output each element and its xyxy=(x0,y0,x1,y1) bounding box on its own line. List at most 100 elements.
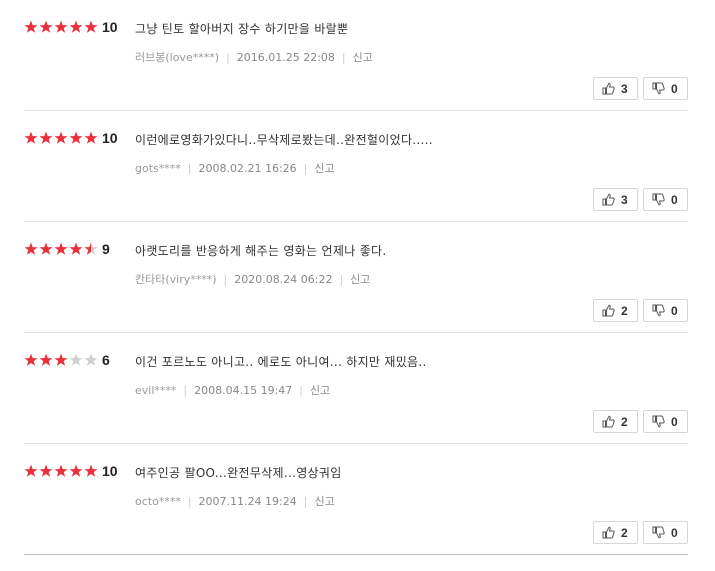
star-icon xyxy=(69,353,83,366)
review-author: evil**** xyxy=(135,384,177,397)
thumbs-down-icon xyxy=(652,193,665,209)
star-icon xyxy=(24,131,38,144)
star-rating xyxy=(24,20,98,36)
report-link[interactable]: 신고 xyxy=(314,495,334,508)
like-count: 2 xyxy=(621,526,628,540)
meta-divider: | xyxy=(223,273,228,286)
meta-divider: | xyxy=(341,51,346,64)
like-count: 2 xyxy=(621,415,628,429)
review-comment: 이건 포르노도 아니고.. 에로도 아니여... 하지만 재밌음.. xyxy=(135,355,427,369)
star-rating-graphic xyxy=(24,353,98,366)
review-meta: 러브봉(love****) | 2016.01.25 22:08 | 신고 xyxy=(135,49,373,65)
star-icon xyxy=(24,242,38,255)
rating-score: 10 xyxy=(102,463,118,479)
review-comment: 여주인공 팔OO...완전무삭제...영상궈임 xyxy=(135,466,342,480)
review-date: 2008.04.15 19:47 xyxy=(194,384,293,397)
star-rating xyxy=(24,242,98,258)
star-icon xyxy=(84,131,98,144)
review-comment: 그냥 틴토 할아버지 장수 하기만을 바랄뿐 xyxy=(135,22,349,36)
review-date: 2007.11.24 19:24 xyxy=(198,495,297,508)
report-link[interactable]: 신고 xyxy=(310,384,330,397)
report-link[interactable]: 신고 xyxy=(353,51,373,64)
thumbs-up-icon xyxy=(602,526,615,542)
star-icon xyxy=(39,20,53,33)
review-date: 2016.01.25 22:08 xyxy=(236,51,335,64)
review-item: 10 이런에로영화가있다니..무삭제로봤는데..완전헐이었다..... gots**… xyxy=(24,111,688,222)
star-icon xyxy=(39,242,53,255)
star-rating xyxy=(24,353,98,369)
like-button[interactable]: 3 xyxy=(593,77,638,100)
review-date: 2008.02.21 16:26 xyxy=(198,162,297,175)
review-item: 6 이건 포르노도 아니고.. 에로도 아니여... 하지만 재밌음.. evil*… xyxy=(24,333,688,444)
star-icon xyxy=(69,464,83,477)
thumbs-up-icon xyxy=(602,82,615,98)
like-count: 2 xyxy=(621,304,628,318)
star-rating-graphic xyxy=(24,131,98,144)
like-button[interactable]: 2 xyxy=(593,521,638,544)
star-icon xyxy=(69,242,83,255)
report-link[interactable]: 신고 xyxy=(350,273,370,286)
like-button[interactable]: 3 xyxy=(593,188,638,211)
rating-score: 10 xyxy=(102,130,118,146)
star-icon xyxy=(84,242,98,255)
star-rating-graphic xyxy=(24,20,98,33)
review-item: 10 그냥 틴토 할아버지 장수 하기만을 바랄뿐 러브봉(love****) | 20… xyxy=(24,0,688,111)
meta-divider: | xyxy=(183,384,188,397)
dislike-count: 0 xyxy=(671,193,678,207)
like-count: 3 xyxy=(621,82,628,96)
star-rating-graphic xyxy=(24,242,98,255)
star-icon xyxy=(69,20,83,33)
dislike-button[interactable]: 0 xyxy=(643,188,688,211)
star-icon xyxy=(54,20,68,33)
review-item: 10 여주인공 팔OO...완전무삭제...영상궈임 octo**** | 2007.1… xyxy=(24,444,688,555)
meta-divider: | xyxy=(339,273,344,286)
like-button[interactable]: 2 xyxy=(593,299,638,322)
dislike-button[interactable]: 0 xyxy=(643,410,688,433)
rating-score: 10 xyxy=(102,19,118,35)
star-icon xyxy=(84,464,98,477)
review-author: gots**** xyxy=(135,162,181,175)
star-icon xyxy=(84,20,98,33)
star-rating-graphic xyxy=(24,464,98,477)
star-icon xyxy=(39,131,53,144)
dislike-button[interactable]: 0 xyxy=(643,77,688,100)
review-meta: gots**** | 2008.02.21 16:26 | 신고 xyxy=(135,160,335,176)
star-icon xyxy=(39,353,53,366)
rating-score: 6 xyxy=(102,352,110,368)
star-rating xyxy=(24,464,98,480)
meta-divider: | xyxy=(187,495,192,508)
like-button[interactable]: 2 xyxy=(593,410,638,433)
dislike-count: 0 xyxy=(671,304,678,318)
star-icon xyxy=(54,464,68,477)
review-author: octo**** xyxy=(135,495,181,508)
review-meta: evil**** | 2008.04.15 19:47 | 신고 xyxy=(135,382,330,398)
star-icon xyxy=(54,131,68,144)
thumbs-down-icon xyxy=(652,526,665,542)
meta-divider: | xyxy=(226,51,230,64)
star-icon xyxy=(24,353,38,366)
star-rating xyxy=(24,131,98,147)
thumbs-up-icon xyxy=(602,415,615,431)
review-item: 9 아랫도리를 반응하게 해주는 영화는 언제나 좋다. 칸타타(viry****)… xyxy=(24,222,688,333)
dislike-count: 0 xyxy=(671,82,678,96)
meta-divider: | xyxy=(187,162,192,175)
thumbs-down-icon xyxy=(652,415,665,431)
dislike-button[interactable]: 0 xyxy=(643,299,688,322)
review-meta: octo**** | 2007.11.24 19:24 | 신고 xyxy=(135,493,335,509)
dislike-button[interactable]: 0 xyxy=(643,521,688,544)
star-icon xyxy=(24,464,38,477)
meta-divider: | xyxy=(303,162,308,175)
thumbs-up-icon xyxy=(602,304,615,320)
like-count: 3 xyxy=(621,193,628,207)
star-icon xyxy=(54,242,68,255)
review-comment: 아랫도리를 반응하게 해주는 영화는 언제나 좋다. xyxy=(135,244,387,258)
dislike-count: 0 xyxy=(671,526,678,540)
star-icon xyxy=(84,353,98,366)
review-meta: 칸타타(viry****) | 2020.08.24 06:22 | 신고 xyxy=(135,271,370,287)
meta-divider: | xyxy=(299,384,304,397)
thumbs-down-icon xyxy=(652,82,665,98)
review-list: 10 그냥 틴토 할아버지 장수 하기만을 바랄뿐 러브봉(love****) | 20… xyxy=(0,0,715,571)
report-link[interactable]: 신고 xyxy=(314,162,334,175)
star-icon xyxy=(69,131,83,144)
meta-divider: | xyxy=(303,495,308,508)
